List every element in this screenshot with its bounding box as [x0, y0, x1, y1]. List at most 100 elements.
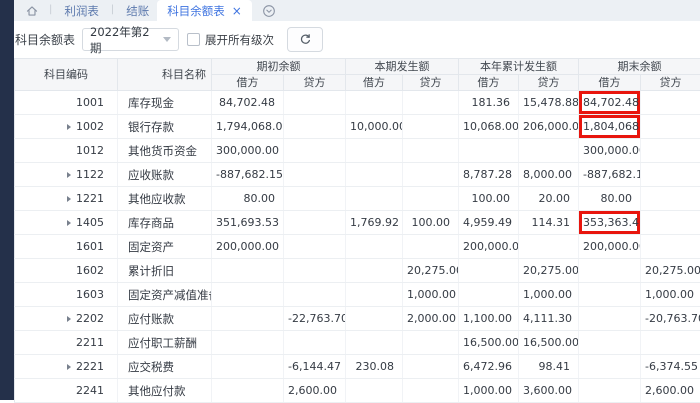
amount-cell [346, 283, 403, 307]
account-code-cell: 1012 [15, 139, 118, 163]
amount-cell [579, 379, 641, 403]
expand-icon[interactable] [67, 316, 71, 322]
account-balance-table: 科目编码 科目名称 期初余额 本期发生额 本年累计发生额 期末余额 借方 贷方 … [14, 58, 700, 403]
amount-cell [284, 235, 346, 259]
expand-icon[interactable] [67, 196, 71, 202]
account-name: 累计折旧 [118, 259, 212, 283]
amount-cell: 300,000.00 [212, 139, 284, 163]
table-body: 1001库存现金84,702.48181.3615,478.8884,702.4… [15, 91, 700, 403]
amount-cell [346, 163, 403, 187]
amount-cell: 206,000.00 [519, 115, 579, 139]
expand-all-checkbox[interactable]: 展开所有级次 [187, 32, 274, 48]
account-name: 其他货币资金 [118, 139, 212, 163]
tab-label: 利润表 [64, 3, 99, 19]
amount-cell [459, 139, 519, 163]
tab-3[interactable]: 科目余额表 × [157, 0, 252, 21]
amount-cell: -887,682.15 [579, 163, 641, 187]
tab-2[interactable]: 结账 [118, 0, 157, 21]
amount-cell: 200,000.00 [212, 235, 284, 259]
amount-cell [403, 91, 459, 115]
col-header-current-credit[interactable]: 贷方 [403, 75, 459, 91]
account-name: 银行存款 [118, 115, 212, 139]
account-code-cell: 2202 [15, 307, 118, 331]
account-code-cell: 1405 [15, 211, 118, 235]
account-name: 库存商品 [118, 211, 212, 235]
col-header-ytd-debit[interactable]: 借方 [459, 75, 519, 91]
report-title: 科目余额表 [15, 31, 75, 48]
refresh-button[interactable] [287, 27, 323, 52]
expand-icon[interactable] [67, 124, 71, 130]
amount-cell [403, 355, 459, 379]
account-name: 应付职工薪酬 [118, 331, 212, 355]
table-row[interactable]: 1012其他货币资金300,000.00300,000.00 [15, 139, 700, 163]
amount-cell [284, 163, 346, 187]
col-header-account-name[interactable]: 科目名称 [118, 59, 212, 91]
tab-label: 结账 [126, 3, 149, 19]
account-name: 应付账款 [118, 307, 212, 331]
table-row[interactable]: 1001库存现金84,702.48181.3615,478.8884,702.4… [15, 91, 700, 115]
filter-toolbar: 科目余额表 2022年第2期 展开所有级次 [14, 21, 700, 58]
expand-icon[interactable] [67, 220, 71, 226]
col-header-opening-credit[interactable]: 贷方 [284, 75, 346, 91]
col-header-ytd-credit[interactable]: 贷方 [519, 75, 579, 91]
amount-cell [284, 139, 346, 163]
account-code: 1405 [76, 216, 104, 229]
col-header-ending-credit[interactable]: 贷方 [641, 75, 700, 91]
col-header-ending-debit[interactable]: 借方 [579, 75, 641, 91]
account-name: 库存现金 [118, 91, 212, 115]
expand-icon[interactable] [67, 172, 71, 178]
account-code: 1601 [76, 240, 104, 253]
account-code: 1002 [76, 120, 104, 133]
period-select[interactable]: 2022年第2期 [82, 28, 179, 51]
amount-cell [579, 307, 641, 331]
table-row[interactable]: 2211应付职工薪酬16,500.0016,500.00 [15, 331, 700, 355]
tab-separator: | [49, 4, 52, 15]
amount-cell: 80.00 [579, 187, 641, 211]
tab-overflow-menu[interactable] [262, 0, 276, 21]
table-row[interactable]: 1122应收账款-887,682.158,787.288,000.00-887,… [15, 163, 700, 187]
amount-cell [403, 115, 459, 139]
tab-label: 科目余额表 [167, 3, 225, 19]
amount-cell: 98.41 [519, 355, 579, 379]
table-row[interactable]: 2221应交税费-6,144.47230.086,472.9698.41-6,3… [15, 355, 700, 379]
col-header-current-debit[interactable]: 借方 [346, 75, 403, 91]
checkbox-icon[interactable] [187, 33, 200, 46]
account-code-cell: 1602 [15, 259, 118, 283]
amount-cell: -6,144.47 [284, 355, 346, 379]
amount-cell [519, 139, 579, 163]
amount-cell [403, 235, 459, 259]
table-row[interactable]: 2241其他应付款2,600.001,000.003,600.002,600.0… [15, 379, 700, 403]
tab-close-icon[interactable]: × [232, 5, 242, 17]
account-name: 应交税费 [118, 355, 212, 379]
table-row[interactable]: 1405库存商品351,693.531,769.92100.004,959.49… [15, 211, 700, 235]
refresh-icon [299, 33, 312, 46]
amount-cell [346, 307, 403, 331]
account-code-cell: 1122 [15, 163, 118, 187]
amount-cell: 200,000.00 [459, 235, 519, 259]
account-code-cell: 2221 [15, 355, 118, 379]
table-row[interactable]: 2202应付账款-22,763.702,000.001,100.004,111.… [15, 307, 700, 331]
account-code-cell: 1002 [15, 115, 118, 139]
page: |利润表|结账科目余额表× 科目余额表 2022年第2期 展开所有级次 [14, 0, 700, 403]
amount-cell: 230.08 [346, 355, 403, 379]
amount-cell [212, 331, 284, 355]
table-row[interactable]: 1603固定资产减值准备1,000.001,000.001,000.00 [15, 283, 700, 307]
home-button[interactable] [19, 0, 45, 21]
amount-cell [346, 139, 403, 163]
expand-icon[interactable] [67, 364, 71, 370]
table-row[interactable]: 1002银行存款1,794,068.0010,000.0010,068.0020… [15, 115, 700, 139]
tab-1[interactable]: 利润表 [56, 0, 107, 21]
table-row[interactable]: 1221其他应收款80.00100.0020.0080.00 [15, 187, 700, 211]
amount-cell [346, 91, 403, 115]
amount-cell: 84,702.48 [212, 91, 284, 115]
amount-cell [519, 235, 579, 259]
table-row[interactable]: 1602累计折旧20,275.0020,275.0020,275.00 [15, 259, 700, 283]
col-header-account-code[interactable]: 科目编码 [15, 59, 118, 91]
amount-cell: -20,763.70 [641, 307, 700, 331]
amount-cell: -6,374.55 [641, 355, 700, 379]
col-header-opening-debit[interactable]: 借方 [212, 75, 284, 91]
amount-cell: 1,000.00 [519, 283, 579, 307]
amount-cell: 20,275.00 [403, 259, 459, 283]
table-row[interactable]: 1601固定资产200,000.00200,000.00200,000.00 [15, 235, 700, 259]
amount-cell: 8,787.28 [459, 163, 519, 187]
